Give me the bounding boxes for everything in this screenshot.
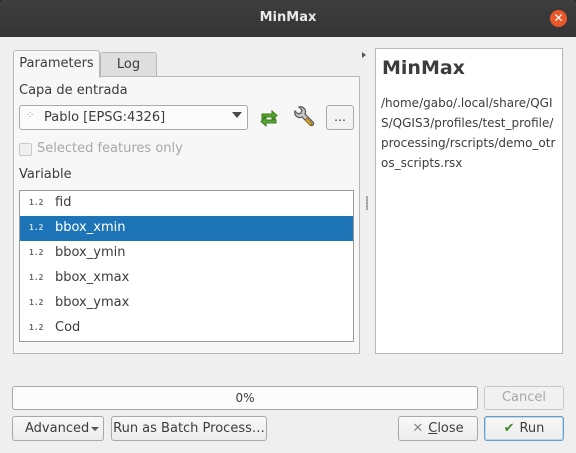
selected-features-label: Selected features only <box>37 141 183 156</box>
run-batch-button[interactable]: Run as Batch Process… <box>111 416 267 441</box>
title-bar: MinMax ✕ <box>0 0 576 37</box>
parameters-panel: Capa de entrada ⁘ Pablo [EPSG:4326] … Se… <box>13 76 360 354</box>
list-item[interactable]: 1.2 bbox_ymax <box>20 291 353 316</box>
collapse-arrow-icon[interactable] <box>362 52 366 58</box>
decimal-field-icon: 1.2 <box>29 273 44 282</box>
list-item[interactable]: 1.2 bbox_ymin <box>20 241 353 266</box>
iterate-button[interactable] <box>256 105 282 130</box>
point-layer-icon: ⁘ <box>26 110 34 121</box>
variable-label: Variable <box>19 167 72 182</box>
decimal-field-icon: 1.2 <box>29 298 44 307</box>
minmax-dialog: MinMax ✕ Parameters Log Capa de entrada … <box>0 0 576 453</box>
iterate-icon <box>260 109 278 128</box>
help-panel: MinMax /home/gabo/.local/share/QGIS/QGIS… <box>375 48 563 354</box>
list-item[interactable]: 1.2 fid <box>20 191 353 216</box>
run-label: Run <box>519 421 545 436</box>
close-mnemonic: C <box>428 421 438 436</box>
close-button[interactable]: ✕ Close <box>398 416 478 441</box>
input-layer-value: Pablo [EPSG:4326] <box>44 110 166 125</box>
selected-features-checkbox[interactable] <box>19 143 32 156</box>
tab-parameters[interactable]: Parameters <box>13 50 100 78</box>
more-options-button[interactable]: … <box>326 105 354 130</box>
script-path: /home/gabo/.local/share/QGIS/QGIS3/profi… <box>381 96 556 170</box>
advanced-button[interactable]: Advanced <box>12 416 104 441</box>
chevron-down-icon <box>232 112 242 118</box>
decimal-field-icon: 1.2 <box>29 223 44 232</box>
wrench-icon <box>294 106 315 127</box>
decimal-field-icon: 1.2 <box>29 323 44 332</box>
field-name: bbox_xmin <box>55 220 126 235</box>
close-label: lose <box>437 421 464 436</box>
list-item[interactable]: 1.2 bbox_xmin <box>20 216 353 241</box>
field-name: fid <box>55 195 72 210</box>
decimal-field-icon: 1.2 <box>29 198 44 207</box>
variable-list[interactable]: 1.2 fid 1.2 bbox_xmin 1.2 bbox_ymin 1.2 … <box>19 190 354 342</box>
close-icon: ✕ <box>412 421 424 436</box>
progress-bar: 0% <box>12 386 478 410</box>
advanced-label: Advanced <box>25 421 90 436</box>
field-name: bbox_ymin <box>55 245 126 260</box>
field-name: bbox_xmax <box>55 270 130 285</box>
check-icon: ✔ <box>503 421 515 436</box>
help-title: MinMax <box>382 57 465 79</box>
input-layer-label: Capa de entrada <box>19 83 128 98</box>
window-title: MinMax <box>259 10 317 25</box>
layer-settings-button[interactable] <box>290 105 316 130</box>
list-item[interactable]: 1.2 bbox_xmax <box>20 266 353 291</box>
chevron-down-icon <box>91 427 99 431</box>
field-name: bbox_ymax <box>55 295 130 310</box>
input-layer-combobox[interactable]: ⁘ Pablo [EPSG:4326] <box>19 105 248 130</box>
run-button[interactable]: ✔ Run <box>484 416 564 441</box>
list-item[interactable]: 1.2 Cod <box>20 316 353 341</box>
cancel-button[interactable]: Cancel <box>484 386 564 410</box>
tab-log[interactable]: Log <box>100 52 157 77</box>
window-close-icon[interactable]: ✕ <box>550 10 567 27</box>
splitter-handle[interactable] <box>366 196 368 210</box>
decimal-field-icon: 1.2 <box>29 248 44 257</box>
field-name: Cod <box>55 320 81 335</box>
